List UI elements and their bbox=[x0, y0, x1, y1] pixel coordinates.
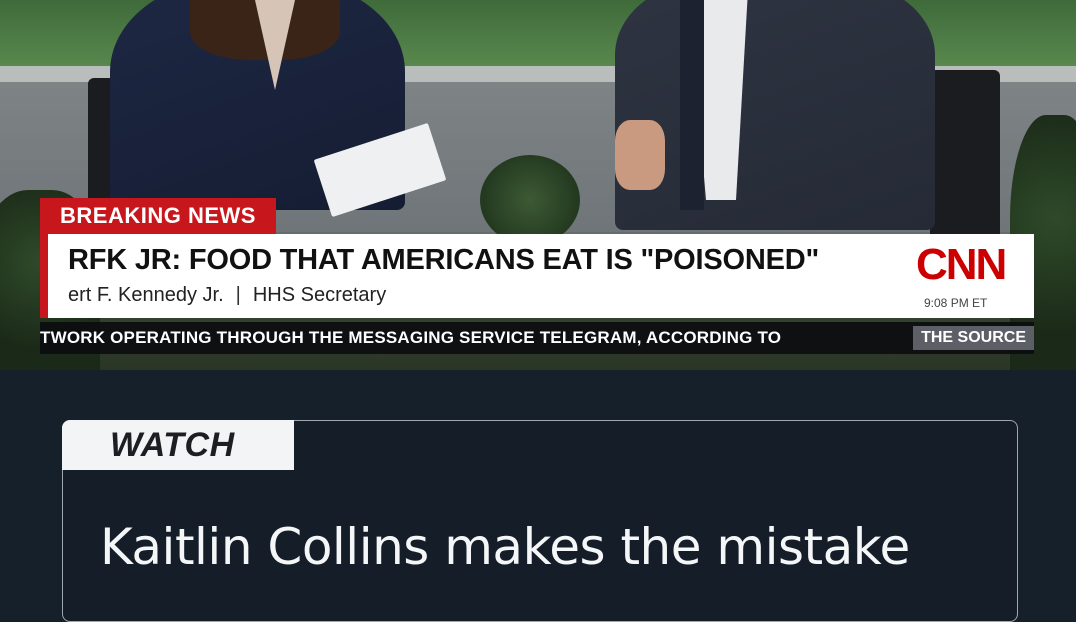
broadcast-time: 9:08 PM ET bbox=[924, 296, 988, 310]
watch-tab: WATCH bbox=[62, 420, 294, 470]
breaking-news-tag: BREAKING NEWS bbox=[40, 198, 276, 234]
guest-hand bbox=[615, 120, 665, 190]
guest-tie bbox=[680, 0, 704, 210]
guest-name-line: ert F. Kennedy Jr. | HHS Secretary bbox=[68, 284, 386, 307]
guest-name: ert F. Kennedy Jr. bbox=[68, 284, 224, 306]
ticker-source-badge: THE SOURCE bbox=[913, 326, 1034, 350]
guest-figure bbox=[615, 0, 935, 230]
breaking-news-label: BREAKING NEWS bbox=[60, 203, 256, 228]
lower-third-chyron: RFK JR: FOOD THAT AMERICANS EAT IS "POIS… bbox=[40, 234, 1034, 318]
ticker-text: TWORK OPERATING THROUGH THE MESSAGING SE… bbox=[40, 328, 782, 347]
cnn-logo: CNN bbox=[916, 240, 1007, 289]
news-ticker: TWORK OPERATING THROUGH THE MESSAGING SE… bbox=[40, 322, 1034, 354]
caption-line-1: Kaitlin Collins makes the mistake bbox=[100, 518, 910, 576]
shrub-middle bbox=[480, 155, 580, 245]
watch-label: WATCH bbox=[110, 426, 235, 464]
caption-area: WATCH Kaitlin Collins makes the mistake bbox=[0, 370, 1076, 622]
video-frame[interactable]: BREAKING NEWS RFK JR: FOOD THAT AMERICAN… bbox=[0, 0, 1076, 370]
chair-right bbox=[930, 70, 1000, 240]
guest-title: HHS Secretary bbox=[252, 284, 387, 306]
chyron-headline: RFK JR: FOOD THAT AMERICANS EAT IS "POIS… bbox=[68, 244, 820, 276]
name-separator: | bbox=[235, 284, 241, 306]
chyron-accent-bar bbox=[40, 234, 48, 318]
